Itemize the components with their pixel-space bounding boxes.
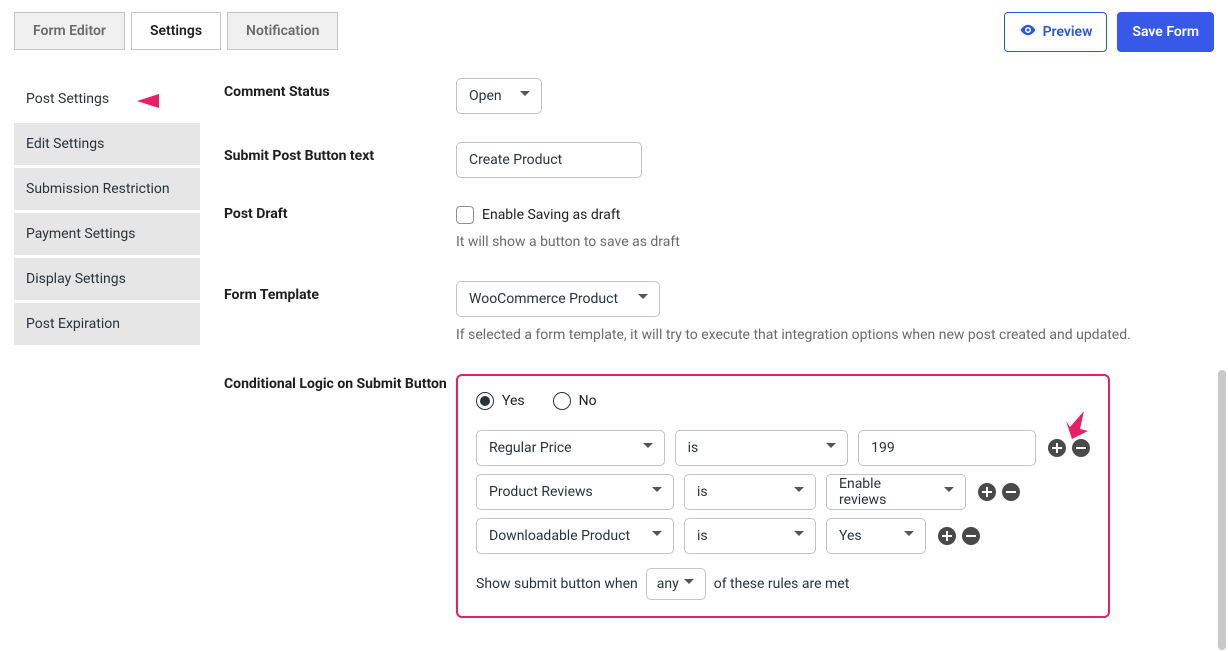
top-tabs: Form Editor Settings Notification [14,12,338,50]
chevron-down-icon [793,528,805,544]
select-form-template[interactable]: WooCommerce Product [456,281,660,317]
select-rule-value[interactable]: Yes [826,518,926,554]
tab-settings[interactable]: Settings [131,12,221,50]
chevron-down-icon [903,528,915,544]
select-match-mode[interactable]: any [646,568,706,600]
rule-row: Downloadable Product is Yes [476,518,1090,554]
sidebar-item-submission-restriction[interactable]: Submission Restriction [14,168,200,210]
select-rule-operator[interactable]: is [684,518,816,554]
select-value: Regular Price [489,440,572,456]
radio-conditional-yes[interactable] [476,392,494,410]
chevron-down-icon [943,484,955,500]
preview-label: Preview [1043,24,1093,40]
eye-icon [1019,21,1037,43]
input-rule-value[interactable]: 199 [858,430,1036,466]
select-value: WooCommerce Product [469,291,618,307]
rule-remove-icon[interactable] [962,527,980,545]
label-form-template: Form Template [224,281,456,303]
preview-button[interactable]: Preview [1004,12,1108,52]
select-value: Open [469,88,502,104]
radio-conditional-no[interactable] [553,392,571,410]
rule-row: Product Reviews is Enable reviews [476,474,1090,510]
chevron-down-icon [683,576,695,592]
select-value: is [697,484,708,500]
select-value: is [697,528,708,544]
select-value: Yes [839,528,862,544]
match-text-suffix: of these rules are met [714,576,850,592]
chevron-down-icon [793,484,805,500]
checkbox-enable-saving-as-draft[interactable] [456,206,474,224]
select-value: Enable reviews [839,476,931,508]
chevron-down-icon [651,484,663,500]
rule-row: Regular Price is 199 [476,430,1090,466]
sidebar-item-payment-settings[interactable]: Payment Settings [14,213,200,255]
sidebar-item-post-settings[interactable]: Post Settings [14,78,200,120]
select-rule-field[interactable]: Downloadable Product [476,518,674,554]
sidebar-item-edit-settings[interactable]: Edit Settings [14,123,200,165]
select-value: Product Reviews [489,484,593,500]
radio-label: Yes [502,393,525,409]
select-value: is [688,440,699,456]
conditional-logic-panel: Yes No Regular Price is 199 Product Reviews… [456,374,1110,618]
hint-post-draft: It will show a button to save as draft [456,232,1176,253]
radio-opt-no[interactable]: No [553,392,597,410]
tab-form-editor[interactable]: Form Editor [14,12,125,50]
rule-add-icon[interactable] [938,527,956,545]
label-conditional-logic: Conditional Logic on Submit Button [224,374,456,394]
chevron-down-icon [519,88,531,104]
rule-remove-icon[interactable] [1072,439,1090,457]
select-rule-field[interactable]: Regular Price [476,430,665,466]
settings-sidebar: Post Settings Edit Settings Submission R… [14,78,200,345]
chevron-down-icon [825,440,837,456]
select-rule-field[interactable]: Product Reviews [476,474,674,510]
sidebar-item-post-expiration[interactable]: Post Expiration [14,303,200,345]
input-submit-text[interactable]: Create Product [456,142,642,178]
chevron-down-icon [637,291,649,307]
select-comment-status[interactable]: Open [456,78,542,114]
sidebar-item-display-settings[interactable]: Display Settings [14,258,200,300]
hint-form-template: If selected a form template, it will try… [456,325,1176,346]
rule-add-icon[interactable] [1048,439,1066,457]
label-post-draft: Post Draft [224,206,456,222]
chevron-down-icon [642,440,654,456]
rule-add-icon[interactable] [978,483,996,501]
label-enable-saving-as-draft: Enable Saving as draft [482,207,620,223]
scrollbar-thumb[interactable] [1218,370,1226,650]
select-value: Downloadable Product [489,528,630,544]
label-comment-status: Comment Status [224,78,456,100]
radio-opt-yes[interactable]: Yes [476,392,525,410]
select-rule-operator[interactable]: is [684,474,816,510]
match-text-prefix: Show submit button when [476,576,638,592]
select-rule-operator[interactable]: is [675,430,849,466]
select-rule-value[interactable]: Enable reviews [826,474,966,510]
chevron-down-icon [651,528,663,544]
select-value: any [657,576,679,592]
tab-notification[interactable]: Notification [227,12,338,50]
radio-label: No [579,393,597,409]
label-submit-post-button-text: Submit Post Button text [224,142,456,164]
rule-remove-icon[interactable] [1002,483,1020,501]
save-form-button[interactable]: Save Form [1117,12,1214,52]
